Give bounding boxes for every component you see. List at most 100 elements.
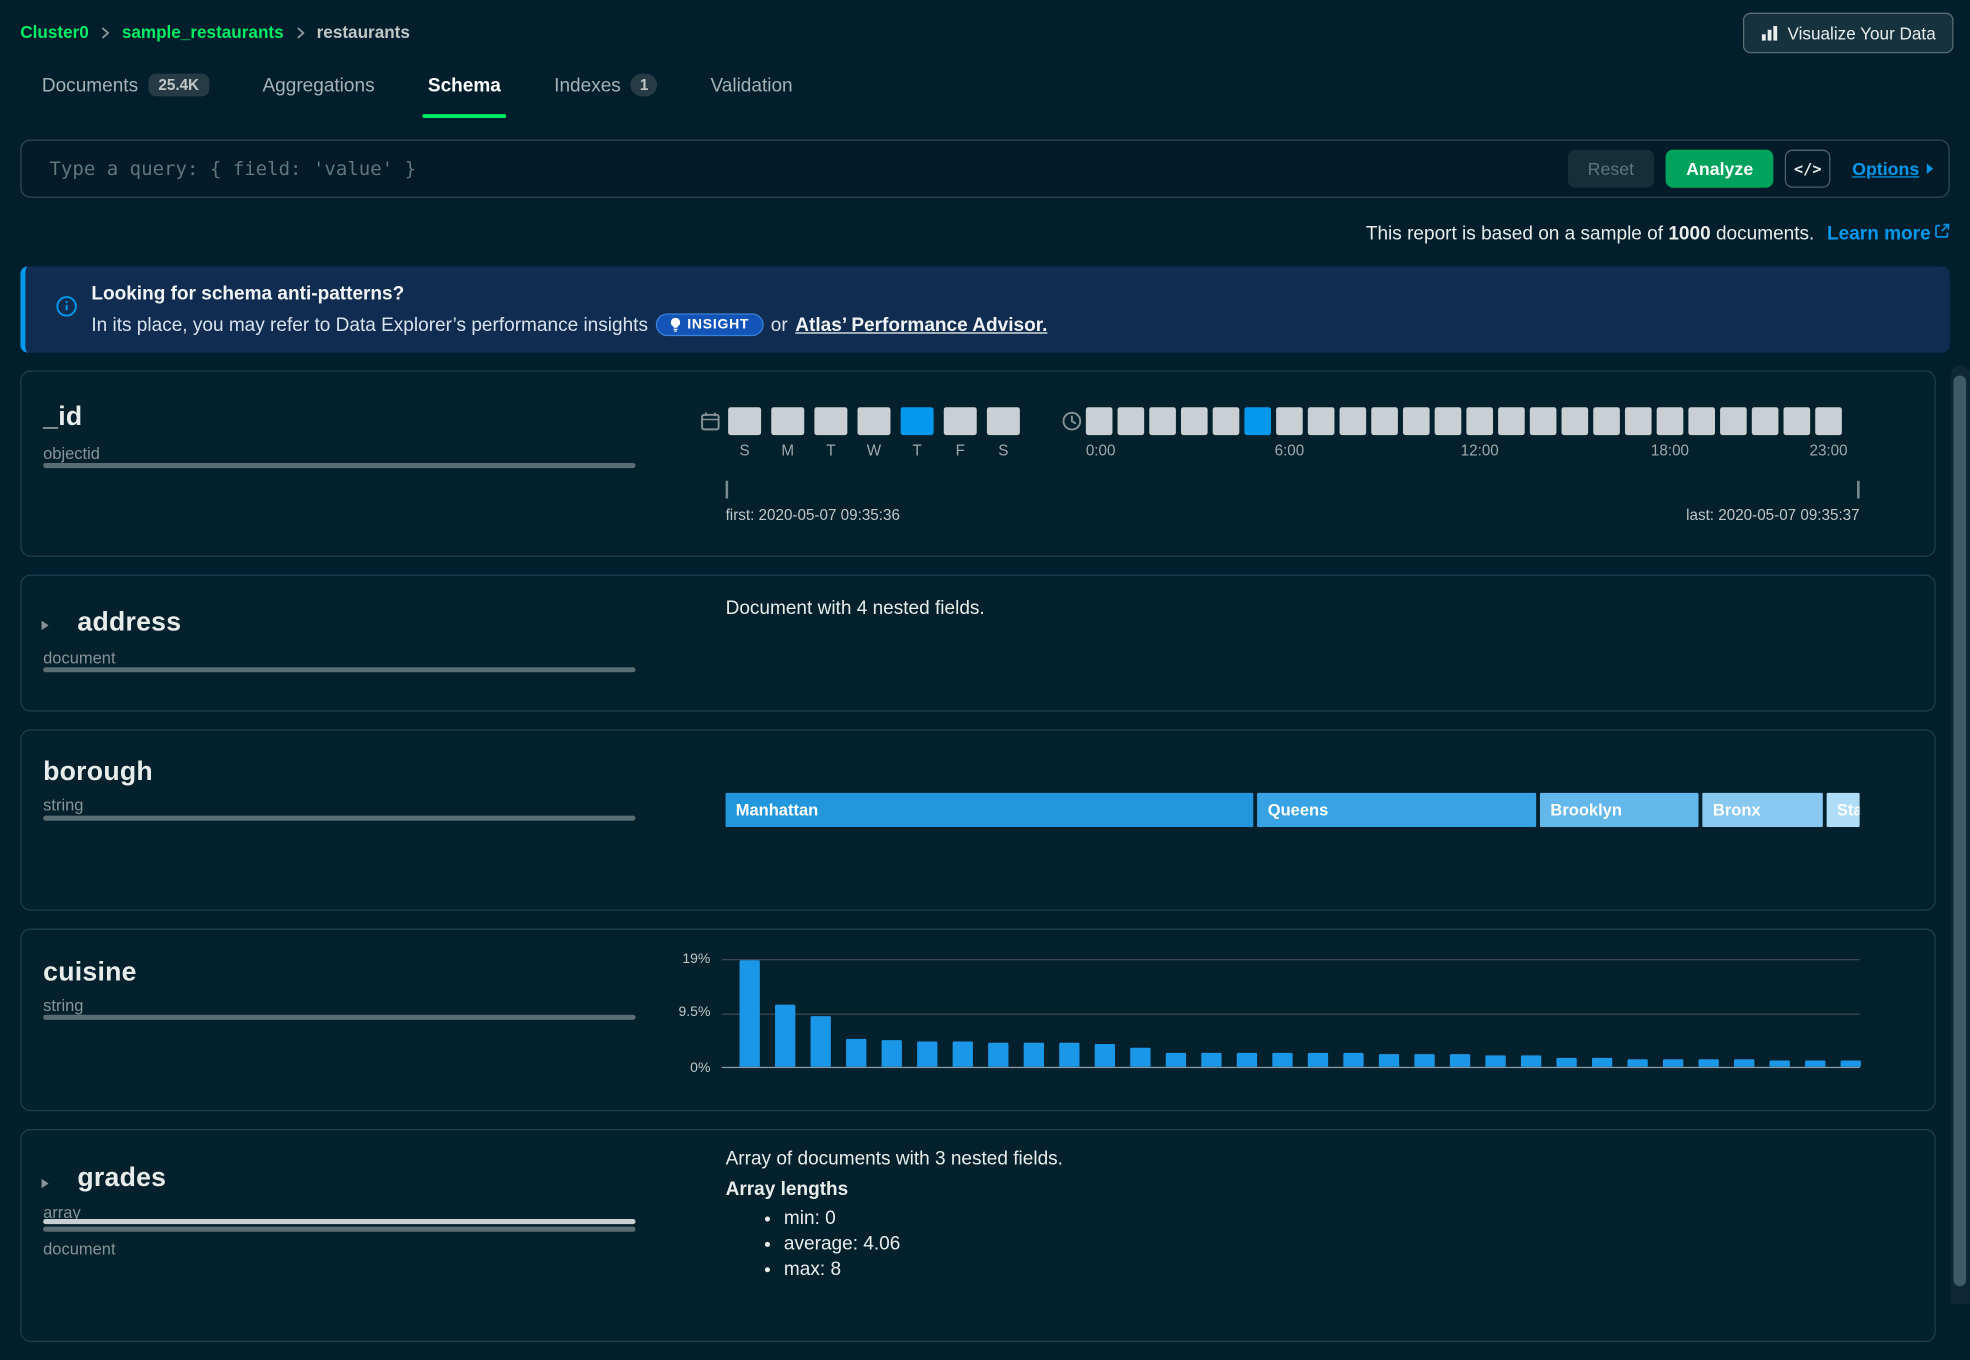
hour-square[interactable] bbox=[1244, 407, 1271, 435]
cuisine-bar[interactable] bbox=[1805, 1060, 1825, 1067]
cuisine-bar[interactable] bbox=[988, 1042, 1008, 1067]
hour-square[interactable] bbox=[1815, 407, 1842, 435]
breadcrumb-collection: restaurants bbox=[317, 23, 410, 42]
type-probability-bar bbox=[43, 1227, 635, 1232]
weekday-square[interactable] bbox=[728, 407, 761, 435]
cuisine-bar[interactable] bbox=[1592, 1058, 1612, 1066]
hour-square[interactable] bbox=[1688, 407, 1715, 435]
hour-square[interactable] bbox=[1466, 407, 1493, 435]
cuisine-bar[interactable] bbox=[1663, 1059, 1683, 1067]
field-type: string bbox=[43, 795, 83, 814]
hour-square[interactable] bbox=[1213, 407, 1240, 435]
hour-square[interactable] bbox=[1498, 407, 1525, 435]
grades-description: Array of documents with 3 nested fields. bbox=[726, 1148, 1063, 1170]
weekday-square[interactable] bbox=[771, 407, 804, 435]
vertical-scrollbar[interactable] bbox=[1951, 365, 1970, 1304]
cuisine-bar[interactable] bbox=[1272, 1053, 1292, 1067]
reset-button[interactable]: Reset bbox=[1567, 150, 1654, 188]
visualize-data-button[interactable]: Visualize Your Data bbox=[1743, 13, 1953, 54]
hour-square[interactable] bbox=[1181, 407, 1208, 435]
hour-square[interactable] bbox=[1149, 407, 1176, 435]
cuisine-bar[interactable] bbox=[1521, 1056, 1541, 1067]
expand-chevron-icon[interactable] bbox=[38, 619, 51, 632]
learn-more-link[interactable]: Learn more bbox=[1827, 223, 1950, 245]
hour-square[interactable] bbox=[1086, 407, 1113, 435]
borough-segment[interactable]: Brooklyn bbox=[1540, 793, 1699, 827]
hour-square[interactable] bbox=[1340, 407, 1367, 435]
cuisine-bar[interactable] bbox=[1734, 1060, 1754, 1067]
hour-square[interactable] bbox=[1403, 407, 1430, 435]
cuisine-bar[interactable] bbox=[1308, 1053, 1328, 1066]
first-timestamp: first: 2020-05-07 09:35:36 bbox=[726, 506, 900, 524]
cuisine-bar[interactable] bbox=[1059, 1043, 1079, 1067]
weekday-square[interactable] bbox=[814, 407, 847, 435]
cuisine-bar[interactable] bbox=[1450, 1055, 1470, 1067]
cuisine-bar[interactable] bbox=[1237, 1053, 1257, 1067]
weekday-square[interactable] bbox=[987, 407, 1020, 435]
cuisine-bar[interactable] bbox=[882, 1040, 902, 1067]
cuisine-bar[interactable] bbox=[846, 1039, 866, 1067]
chevron-right-icon bbox=[294, 26, 307, 39]
cuisine-bar[interactable] bbox=[1841, 1061, 1861, 1067]
hour-square[interactable] bbox=[1720, 407, 1747, 435]
cuisine-bar[interactable] bbox=[775, 1005, 795, 1067]
query-input[interactable] bbox=[47, 156, 1567, 181]
cuisine-bar[interactable] bbox=[1095, 1044, 1115, 1066]
cuisine-bar[interactable] bbox=[953, 1042, 973, 1067]
cuisine-bar[interactable] bbox=[1130, 1048, 1150, 1067]
weekday-square[interactable] bbox=[944, 407, 977, 435]
performance-advisor-link[interactable]: Atlas’ Performance Advisor. bbox=[795, 314, 1047, 336]
breadcrumb-cluster[interactable]: Cluster0 bbox=[20, 23, 89, 42]
breadcrumb: Cluster0 sample_restaurants restaurants bbox=[20, 23, 410, 42]
cuisine-bar[interactable] bbox=[1024, 1042, 1044, 1067]
tab-indexes[interactable]: Indexes 1 bbox=[554, 63, 657, 118]
options-link[interactable]: Options bbox=[1852, 159, 1933, 179]
cuisine-bar[interactable] bbox=[740, 960, 760, 1067]
cuisine-bar[interactable] bbox=[811, 1016, 831, 1066]
hour-square[interactable] bbox=[1657, 407, 1684, 435]
borough-segment[interactable]: Bronx bbox=[1703, 793, 1823, 827]
hour-square[interactable] bbox=[1371, 407, 1398, 435]
insight-badge: INSIGHT bbox=[656, 313, 764, 336]
tab-documents[interactable]: Documents 25.4K bbox=[42, 63, 209, 118]
banner-line2-text: In its place, you may refer to Data Expl… bbox=[91, 314, 648, 336]
weekday-square[interactable] bbox=[858, 407, 891, 435]
hour-square[interactable] bbox=[1784, 407, 1811, 435]
cuisine-bar[interactable] bbox=[1556, 1058, 1576, 1066]
hour-square[interactable] bbox=[1118, 407, 1145, 435]
borough-segment[interactable]: Queens bbox=[1258, 793, 1537, 827]
info-icon bbox=[56, 296, 78, 318]
cuisine-bar[interactable] bbox=[1699, 1060, 1719, 1067]
expand-chevron-icon[interactable] bbox=[38, 1177, 51, 1190]
analyze-button[interactable]: Analyze bbox=[1666, 150, 1774, 188]
y-axis-label: 0% bbox=[690, 1060, 710, 1075]
field-name: _id bbox=[43, 402, 82, 432]
hour-square[interactable] bbox=[1435, 407, 1462, 435]
cuisine-bar[interactable] bbox=[1770, 1060, 1790, 1067]
hour-square[interactable] bbox=[1593, 407, 1620, 435]
breadcrumb-database[interactable]: sample_restaurants bbox=[122, 23, 284, 42]
hour-square[interactable] bbox=[1530, 407, 1557, 435]
borough-segment[interactable]: Manhattan bbox=[726, 793, 1254, 827]
hour-square[interactable] bbox=[1276, 407, 1303, 435]
tab-schema[interactable]: Schema bbox=[428, 63, 501, 118]
cuisine-bar[interactable] bbox=[1414, 1055, 1434, 1067]
tab-validation[interactable]: Validation bbox=[710, 63, 792, 118]
cuisine-bar[interactable] bbox=[1201, 1052, 1221, 1067]
weekday-square[interactable] bbox=[901, 407, 934, 435]
hour-square[interactable] bbox=[1308, 407, 1335, 435]
scrollbar-thumb[interactable] bbox=[1953, 375, 1966, 1286]
cuisine-bar[interactable] bbox=[1166, 1052, 1186, 1067]
cuisine-bar[interactable] bbox=[917, 1041, 937, 1067]
cuisine-bar[interactable] bbox=[1627, 1059, 1647, 1067]
id-timestamp-charts: SMTWTFS 0:006:0012:0018:0023:00 bbox=[700, 407, 1842, 459]
cuisine-bar[interactable] bbox=[1485, 1055, 1505, 1067]
borough-segment[interactable]: Staten Island bbox=[1827, 793, 1860, 827]
cuisine-bar[interactable] bbox=[1343, 1053, 1363, 1066]
hour-square[interactable] bbox=[1625, 407, 1652, 435]
hour-square[interactable] bbox=[1562, 407, 1589, 435]
tab-aggregations[interactable]: Aggregations bbox=[262, 63, 374, 118]
code-toggle-button[interactable]: </> bbox=[1785, 150, 1831, 188]
cuisine-bar[interactable] bbox=[1379, 1054, 1399, 1067]
hour-square[interactable] bbox=[1752, 407, 1779, 435]
